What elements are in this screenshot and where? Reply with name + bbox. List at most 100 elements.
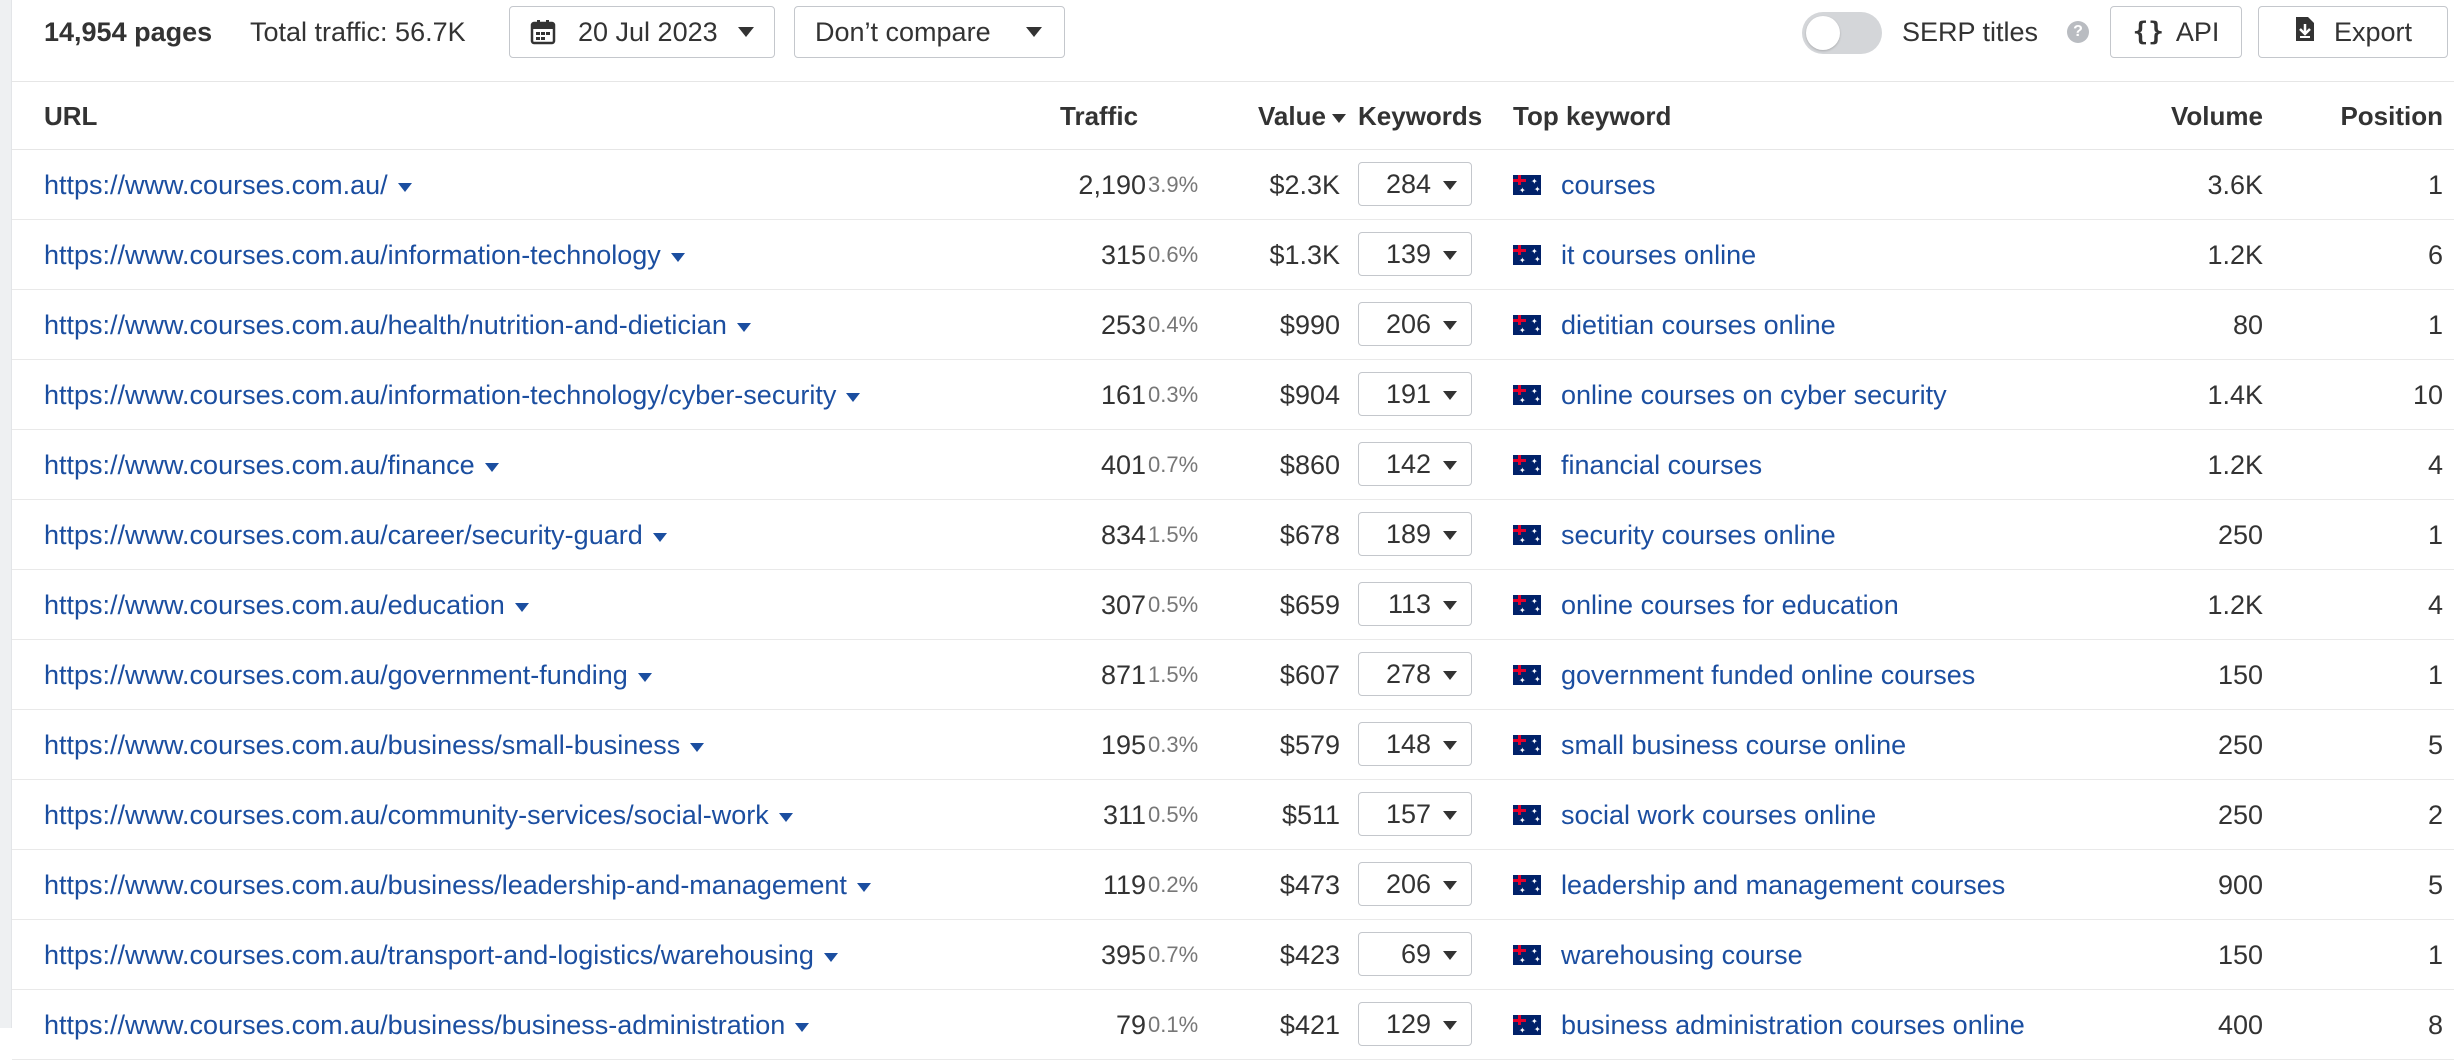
url-link[interactable]: https://www.courses.com.au/business/busi… [44,990,810,1060]
traffic-value: 79 [1115,1009,1146,1040]
keywords-dropdown[interactable]: 69 [1358,932,1472,976]
keywords-dropdown[interactable]: 189 [1358,512,1472,556]
chevron-down-icon[interactable] [652,532,667,542]
column-header-position[interactable]: Position [2287,82,2443,150]
chevron-down-icon[interactable] [670,252,685,262]
url-link[interactable]: https://www.courses.com.au/health/nutrit… [44,290,751,360]
column-header-keywords[interactable]: Keywords [1358,82,1482,150]
keywords-dropdown[interactable]: 278 [1358,652,1472,696]
top-keyword-link[interactable]: courses [1561,150,1656,220]
top-keyword-link[interactable]: leadership and management courses [1561,850,2005,920]
value-amount: $659 [1279,589,1340,620]
keywords-dropdown[interactable]: 284 [1358,162,1472,206]
keywords-dropdown[interactable]: 206 [1358,302,1472,346]
url-link[interactable]: https://www.courses.com.au/business/lead… [44,850,871,920]
help-icon[interactable]: ? [2067,21,2089,43]
chevron-down-icon[interactable] [795,1022,810,1032]
chevron-down-icon [1443,951,1457,960]
chevron-down-icon [1443,531,1457,540]
left-edge-strip [0,0,12,1028]
url-link[interactable]: https://www.courses.com.au/career/securi… [44,500,667,570]
chevron-down-icon[interactable] [736,322,751,332]
traffic-percent: 0.4% [1148,312,1199,337]
top-keyword-link[interactable]: social work courses online [1561,780,1876,850]
top-keyword-link[interactable]: online courses on cyber security [1561,360,1947,430]
url-link[interactable]: https://www.courses.com.au/transport-and… [44,920,838,990]
keywords-dropdown[interactable]: 206 [1358,862,1472,906]
chevron-down-icon [738,27,754,37]
volume-value: 1.2K [2207,589,2263,620]
url-link[interactable]: https://www.courses.com.au/community-ser… [44,780,793,850]
column-header-url[interactable]: URL [44,82,97,150]
keywords-dropdown[interactable]: 129 [1358,1002,1472,1046]
chevron-down-icon[interactable] [846,392,861,402]
date-picker-button[interactable]: 20 Jul 2023 [509,6,775,58]
url-link[interactable]: https://www.courses.com.au/business/smal… [44,710,705,780]
serp-titles-toggle[interactable] [1802,12,1882,54]
chevron-down-icon [1443,391,1457,400]
api-button[interactable]: {} API [2110,6,2242,58]
chevron-down-icon[interactable] [514,602,529,612]
top-keyword-link[interactable]: security courses online [1561,500,1836,570]
keywords-dropdown[interactable]: 148 [1358,722,1472,766]
chevron-down-icon [1026,27,1042,37]
url-text: https://www.courses.com.au/education [44,589,505,620]
traffic-value: 311 [1102,799,1146,830]
chevron-down-icon[interactable] [484,462,499,472]
position-value: 2 [2427,799,2443,830]
top-keyword-link[interactable]: government funded online courses [1561,640,1975,710]
top-keyword-link[interactable]: financial courses [1561,430,1762,500]
top-keyword-link[interactable]: warehousing course [1561,920,1803,990]
top-keyword-link[interactable]: online courses for education [1561,570,1899,640]
top-keyword-link[interactable]: it courses online [1561,220,1756,290]
url-link[interactable]: https://www.courses.com.au/information-t… [44,360,861,430]
volume-value: 250 [2217,729,2263,760]
url-link[interactable]: https://www.courses.com.au/information-t… [44,220,685,290]
position-value: 6 [2427,239,2443,270]
keywords-dropdown[interactable]: 139 [1358,232,1472,276]
compare-dropdown[interactable]: Don’t compare [794,6,1065,58]
volume-value: 1.4K [2207,379,2263,410]
value-amount: $1.3K [1269,239,1340,270]
position-value: 1 [2427,939,2443,970]
column-header-volume[interactable]: Volume [2063,82,2263,150]
keywords-dropdown[interactable]: 142 [1358,442,1472,486]
url-link[interactable]: https://www.courses.com.au/government-fu… [44,640,652,710]
chevron-down-icon[interactable] [690,742,705,752]
chevron-down-icon [1443,671,1457,680]
position-value: 1 [2427,659,2443,690]
keywords-count: 157 [1385,798,1431,829]
keywords-dropdown[interactable]: 157 [1358,792,1472,836]
value-amount: $511 [1281,799,1340,830]
top-keyword-link[interactable]: small business course online [1561,710,1906,780]
position-value: 1 [2427,519,2443,550]
keywords-dropdown[interactable]: 191 [1358,372,1472,416]
column-header-traffic[interactable]: Traffic [1060,82,1138,150]
traffic-percent: 0.3% [1148,382,1199,407]
column-header-top-keyword[interactable]: Top keyword [1513,82,1671,150]
column-header-value[interactable]: Value [1258,82,1346,150]
chevron-down-icon[interactable] [778,812,793,822]
australia-flag-icon: ✦ ✦ ✦ [1513,175,1541,195]
chevron-down-icon[interactable] [637,672,652,682]
keywords-dropdown[interactable]: 113 [1358,582,1472,626]
australia-flag-icon: ✦ ✦ ✦ [1513,805,1541,825]
value-amount: $990 [1279,309,1340,340]
chevron-down-icon[interactable] [823,952,838,962]
table-header: URL Traffic Value Keywords Top keyword V… [12,82,2454,150]
top-keyword-link[interactable]: business administration courses online [1561,990,2025,1060]
export-button[interactable]: Export [2258,6,2448,58]
australia-flag-icon: ✦ ✦ ✦ [1513,875,1541,895]
url-text: https://www.courses.com.au/health/nutrit… [44,309,727,340]
chevron-down-icon[interactable] [397,182,412,192]
url-link[interactable]: https://www.courses.com.au/education [44,570,529,640]
url-link[interactable]: https://www.courses.com.au/finance [44,430,499,500]
url-text: https://www.courses.com.au/information-t… [44,239,661,270]
table-row: https://www.courses.com.au/business/smal… [12,710,2454,780]
chevron-down-icon[interactable] [856,882,871,892]
traffic-value: 161 [1100,379,1146,410]
url-link[interactable]: https://www.courses.com.au/ [44,150,412,220]
url-text: https://www.courses.com.au/ [44,169,388,200]
table-row: https://www.courses.com.au/transport-and… [12,920,2454,990]
top-keyword-link[interactable]: dietitian courses online [1561,290,1836,360]
